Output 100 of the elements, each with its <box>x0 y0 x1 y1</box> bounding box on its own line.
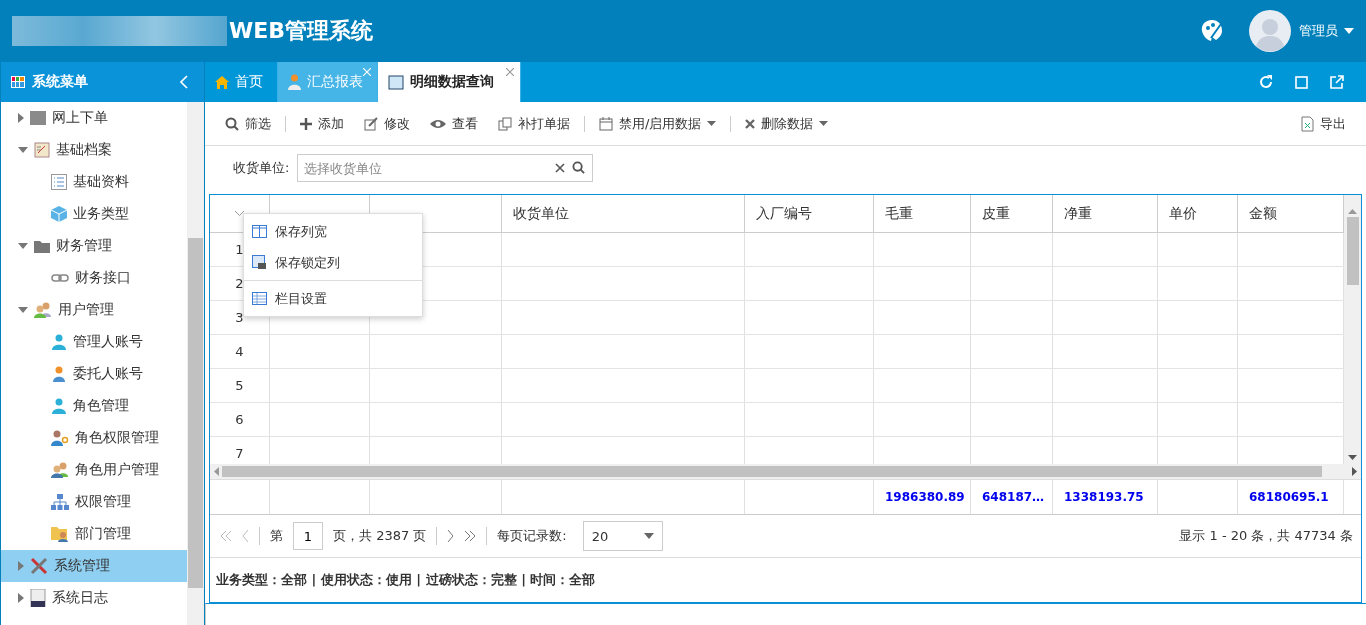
menu-item[interactable]: 财务管理 <box>1 230 187 262</box>
caret-icon <box>707 121 717 126</box>
hierarchy-icon <box>51 494 69 510</box>
chevron-icon[interactable] <box>235 211 244 216</box>
user-icon <box>51 398 67 414</box>
caret-icon[interactable] <box>1344 28 1354 34</box>
collapsed-arrow-icon[interactable] <box>18 113 24 123</box>
toolbar-button[interactable]: 修改 <box>354 110 420 137</box>
expanded-arrow-icon[interactable] <box>18 243 28 249</box>
column-header[interactable]: 入厂编号 <box>756 204 812 223</box>
tab[interactable]: 明细数据查询 <box>378 62 521 102</box>
row-number: 2 <box>235 276 244 291</box>
expanded-arrow-icon[interactable] <box>18 147 28 153</box>
scrollbar[interactable] <box>187 102 204 625</box>
collapsed-arrow-icon[interactable] <box>18 561 24 571</box>
clear-icon[interactable] <box>555 163 566 173</box>
column-header[interactable]: 净重 <box>1064 204 1092 223</box>
menu-item[interactable]: 保存列宽 <box>244 216 422 247</box>
last-page-icon[interactable] <box>464 531 477 541</box>
first-page-icon[interactable] <box>220 531 232 541</box>
column-header[interactable]: 收货单位 <box>513 204 569 223</box>
page-count: 页，共 2387 页 <box>333 527 427 545</box>
menu-item[interactable]: 基础档案 <box>1 134 187 166</box>
menu-item[interactable]: 用户管理 <box>1 294 187 326</box>
filter-label: 收货单位: <box>233 159 290 177</box>
collapse-icon[interactable] <box>180 75 188 89</box>
menu-item[interactable]: 基础资料 <box>1 166 187 198</box>
menu-item[interactable]: 部门管理 <box>1 518 187 550</box>
scroll-right-icon[interactable] <box>1352 467 1357 476</box>
toolbar-button[interactable]: 查看 <box>420 110 488 137</box>
toolbar-button[interactable]: 筛选 <box>215 110 281 137</box>
box-icon <box>30 111 46 125</box>
user-name[interactable]: 管理员 <box>1299 22 1338 40</box>
cube-icon <box>51 206 67 222</box>
user-icon <box>51 334 67 350</box>
log-file-icon <box>30 589 46 607</box>
row-number: 5 <box>235 378 244 393</box>
refresh-icon[interactable] <box>1259 75 1273 89</box>
external-link-icon[interactable] <box>1330 75 1344 89</box>
menu-item[interactable]: 管理人账号 <box>1 326 187 358</box>
row-number: 4 <box>235 344 244 359</box>
scroll-down-icon[interactable] <box>1348 455 1357 460</box>
horizontal-scrollbar[interactable] <box>210 464 1361 479</box>
menu-item[interactable]: 财务接口 <box>1 262 187 294</box>
search-icon[interactable] <box>572 161 586 174</box>
export-button[interactable]: 导出 <box>1291 110 1356 137</box>
column-header[interactable]: 金额 <box>1249 204 1277 223</box>
lock-window-icon <box>252 255 267 270</box>
menu-item[interactable]: 栏目设置 <box>244 283 422 314</box>
scrollbar-thumb[interactable] <box>1346 217 1359 285</box>
close-icon[interactable] <box>506 68 514 76</box>
menu-item[interactable]: 角色用户管理 <box>1 454 187 486</box>
toolbar-button[interactable]: 删除数据 <box>735 110 839 137</box>
expanded-arrow-icon[interactable] <box>18 307 28 313</box>
menu-item[interactable]: 权限管理 <box>1 486 187 518</box>
menu-item[interactable]: 角色管理 <box>1 390 187 422</box>
toolbar-button[interactable]: 禁用/启用数据 <box>589 110 727 137</box>
collapsed-arrow-icon[interactable] <box>18 593 24 603</box>
search-icon <box>225 116 239 131</box>
row-number: 6 <box>235 412 244 427</box>
menu-item[interactable]: 委托人账号 <box>1 358 187 390</box>
calendar-icon <box>599 116 613 131</box>
row-number: 7 <box>235 446 244 461</box>
scrollbar[interactable] <box>1344 195 1361 464</box>
page-size-label: 每页记录数: <box>497 527 567 545</box>
maximize-icon[interactable] <box>1295 75 1308 89</box>
menu-item[interactable]: 系统日志 <box>1 582 187 614</box>
page-size-select[interactable]: 20 <box>582 521 663 551</box>
palette-icon[interactable] <box>1199 18 1225 44</box>
row-number: 3 <box>235 310 244 325</box>
page-input[interactable]: 1 <box>293 522 323 550</box>
folder-icon <box>34 239 50 253</box>
column-header[interactable]: 皮重 <box>982 204 1010 223</box>
column-total: 1338193.75 <box>1064 490 1144 504</box>
user-icon <box>51 366 67 382</box>
copy-icon <box>498 116 512 131</box>
scroll-up-icon[interactable] <box>1348 209 1357 214</box>
excel-file-icon <box>1301 115 1314 132</box>
toolbar-button[interactable]: 添加 <box>290 110 354 137</box>
dropdown-caret-icon <box>643 533 654 539</box>
menu-item[interactable]: 角色权限管理 <box>1 422 187 454</box>
menu-item[interactable]: 业务类型 <box>1 198 187 230</box>
previous-page-icon[interactable] <box>242 530 249 542</box>
columns-icon <box>252 225 267 238</box>
scroll-left-icon[interactable] <box>214 467 219 476</box>
user-key-icon <box>51 430 69 446</box>
folder-user-icon <box>51 526 69 542</box>
page-label: 第 <box>270 527 283 545</box>
menu-item[interactable]: 网上下单 <box>1 102 187 134</box>
avatar[interactable] <box>1249 10 1291 52</box>
consignee-field[interactable]: 选择收货单位 <box>297 154 594 182</box>
table-icon <box>252 292 267 305</box>
column-header[interactable]: 毛重 <box>885 204 913 223</box>
eye-icon <box>430 118 446 129</box>
toolbar-button[interactable]: 补打单据 <box>488 110 580 137</box>
menu-item[interactable]: 保存锁定列 <box>244 247 422 278</box>
column-header[interactable]: 单价 <box>1169 204 1197 223</box>
menu-item[interactable]: 系统管理 <box>1 550 187 582</box>
screen-icon <box>388 74 404 90</box>
next-page-icon[interactable] <box>447 530 455 542</box>
